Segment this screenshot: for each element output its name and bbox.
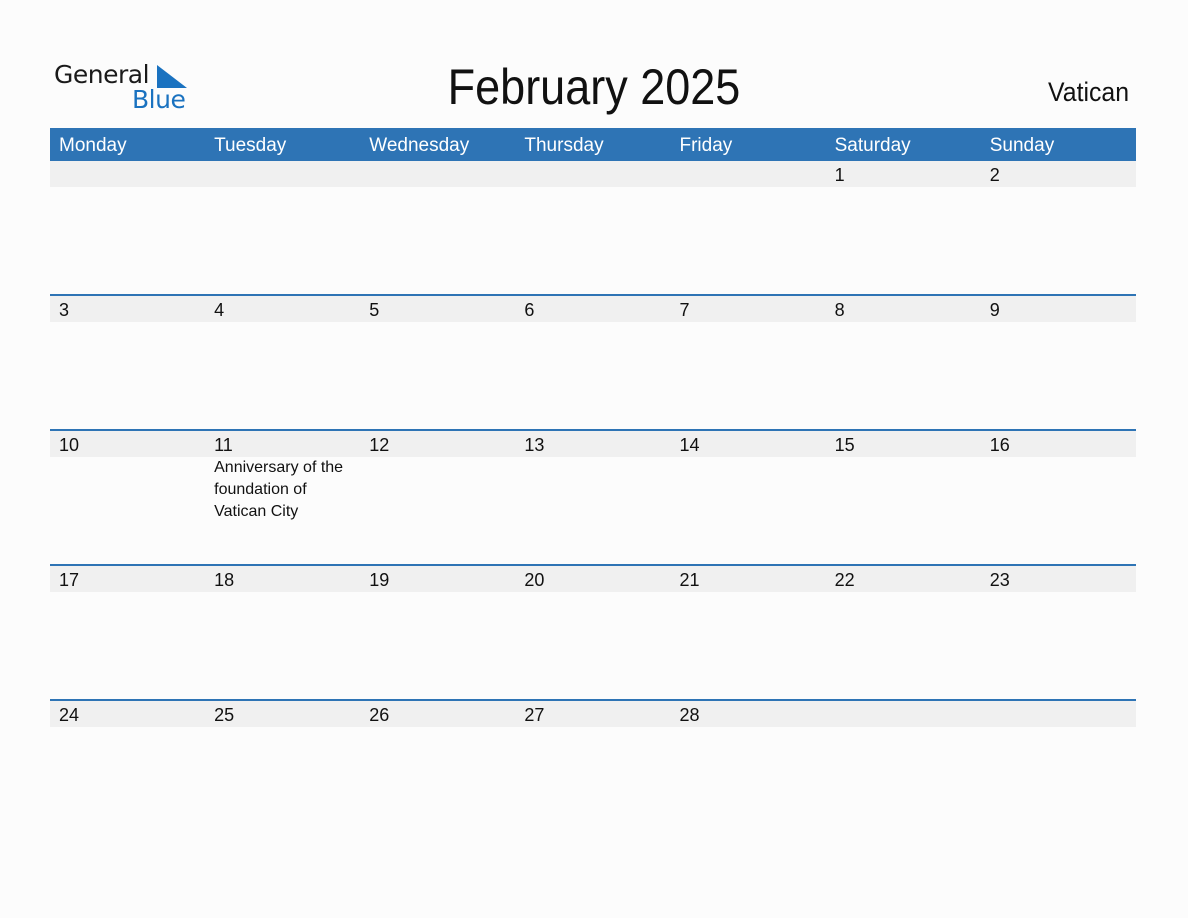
day-cell: 25	[205, 701, 360, 836]
day-number: 24	[59, 705, 80, 725]
day-number: 17	[59, 570, 80, 590]
day-cell: 10	[50, 431, 205, 566]
day-cell: 24	[50, 701, 205, 836]
day-cell: 22	[826, 566, 981, 701]
day-cell: 14	[671, 431, 826, 566]
day-number: 27	[524, 705, 545, 725]
day-number: 15	[834, 435, 855, 455]
day-number: 2	[989, 165, 1000, 185]
day-number: 23	[989, 570, 1010, 590]
day-number	[990, 701, 1136, 727]
day-cell: 4	[205, 296, 360, 431]
day-cell: 20	[515, 566, 670, 701]
day-number: 12	[369, 435, 390, 455]
day-number: 14	[679, 435, 700, 455]
day-cell	[360, 161, 515, 296]
day-cell: 28	[671, 701, 826, 836]
day-number: 22	[834, 570, 855, 590]
day-cell: 17	[50, 566, 205, 701]
day-cell: 16	[981, 431, 1136, 566]
day-number: 6	[524, 300, 535, 320]
day-number	[680, 161, 826, 187]
day-cell: 12	[360, 431, 515, 566]
day-number: 18	[214, 570, 235, 590]
country-label: Vatican	[1047, 77, 1129, 107]
day-number: 10	[59, 435, 80, 455]
day-number: 28	[679, 705, 700, 725]
week-cells: 12	[50, 161, 1136, 296]
day-cell: 8	[826, 296, 981, 431]
weekday-tuesday: Tuesday	[214, 135, 287, 156]
day-cell: 15	[826, 431, 981, 566]
day-cell: 7	[671, 296, 826, 431]
day-cell	[671, 161, 826, 296]
day-number: 16	[989, 435, 1010, 455]
week-row: 24 25 26 27 28	[50, 699, 1136, 836]
week-row: 3 4 5 6 7 8 9	[50, 294, 1136, 431]
day-number	[214, 161, 360, 187]
week-row: 10 11 Anniversary of the foundation of Vat…	[50, 429, 1136, 566]
weekday-thursday: Thursday	[524, 135, 604, 156]
day-number: 4	[214, 300, 225, 320]
calendar-title: February 2025	[447, 59, 741, 115]
day-number: 19	[369, 570, 390, 590]
weekday-friday: Friday	[679, 135, 733, 156]
day-cell: 11 Anniversary of the foundation of Vatic…	[205, 431, 360, 566]
day-cell	[981, 701, 1136, 836]
weekday-header: Monday Tuesday Wednesday Thursday Friday…	[50, 128, 1136, 161]
day-number: 9	[989, 300, 1000, 320]
weekday-monday: Monday	[59, 135, 127, 156]
day-number: 8	[834, 300, 845, 320]
day-cell: 6	[515, 296, 670, 431]
day-number: 26	[369, 705, 390, 725]
day-number	[835, 701, 981, 727]
day-number: 1	[834, 165, 845, 185]
day-cell: 3	[50, 296, 205, 431]
day-number: 11	[214, 435, 233, 455]
day-cell	[50, 161, 205, 296]
day-number: 13	[524, 435, 545, 455]
day-cell	[515, 161, 670, 296]
week-row: 17 18 19 20 21 22 23	[50, 564, 1136, 701]
day-number: 3	[59, 300, 70, 320]
week-cells: 24 25 26 27 28	[50, 701, 1136, 836]
day-number: 5	[369, 300, 380, 320]
day-number	[369, 161, 515, 187]
day-cell: 18	[205, 566, 360, 701]
day-cell: 19	[360, 566, 515, 701]
day-cell: 23	[981, 566, 1136, 701]
day-cell: 2	[981, 161, 1136, 296]
week-cells: 17 18 19 20 21 22 23	[50, 566, 1136, 701]
day-cell: 27	[515, 701, 670, 836]
day-cell	[826, 701, 981, 836]
day-cell: 13	[515, 431, 670, 566]
weekday-saturday: Saturday	[834, 135, 911, 156]
day-number: 7	[679, 300, 690, 320]
weekday-sunday: Sunday	[989, 135, 1055, 156]
day-cell: 21	[671, 566, 826, 701]
day-number	[524, 161, 670, 187]
day-cell: 5	[360, 296, 515, 431]
day-cell: 9	[981, 296, 1136, 431]
day-cell	[205, 161, 360, 296]
day-number	[59, 161, 205, 187]
day-number: 21	[679, 570, 700, 590]
weekday-wednesday: Wednesday	[369, 135, 470, 156]
week-cells: 10 11 Anniversary of the foundation of Vat…	[50, 431, 1136, 566]
day-cell: 26	[360, 701, 515, 836]
day-number: 25	[214, 705, 235, 725]
day-cell: 1	[826, 161, 981, 296]
holiday-event: Anniversary of the foundation of Vatican…	[214, 459, 344, 520]
day-number: 20	[524, 570, 545, 590]
week-cells: 3 4 5 6 7 8 9	[50, 296, 1136, 431]
week-row: 12	[50, 161, 1136, 296]
